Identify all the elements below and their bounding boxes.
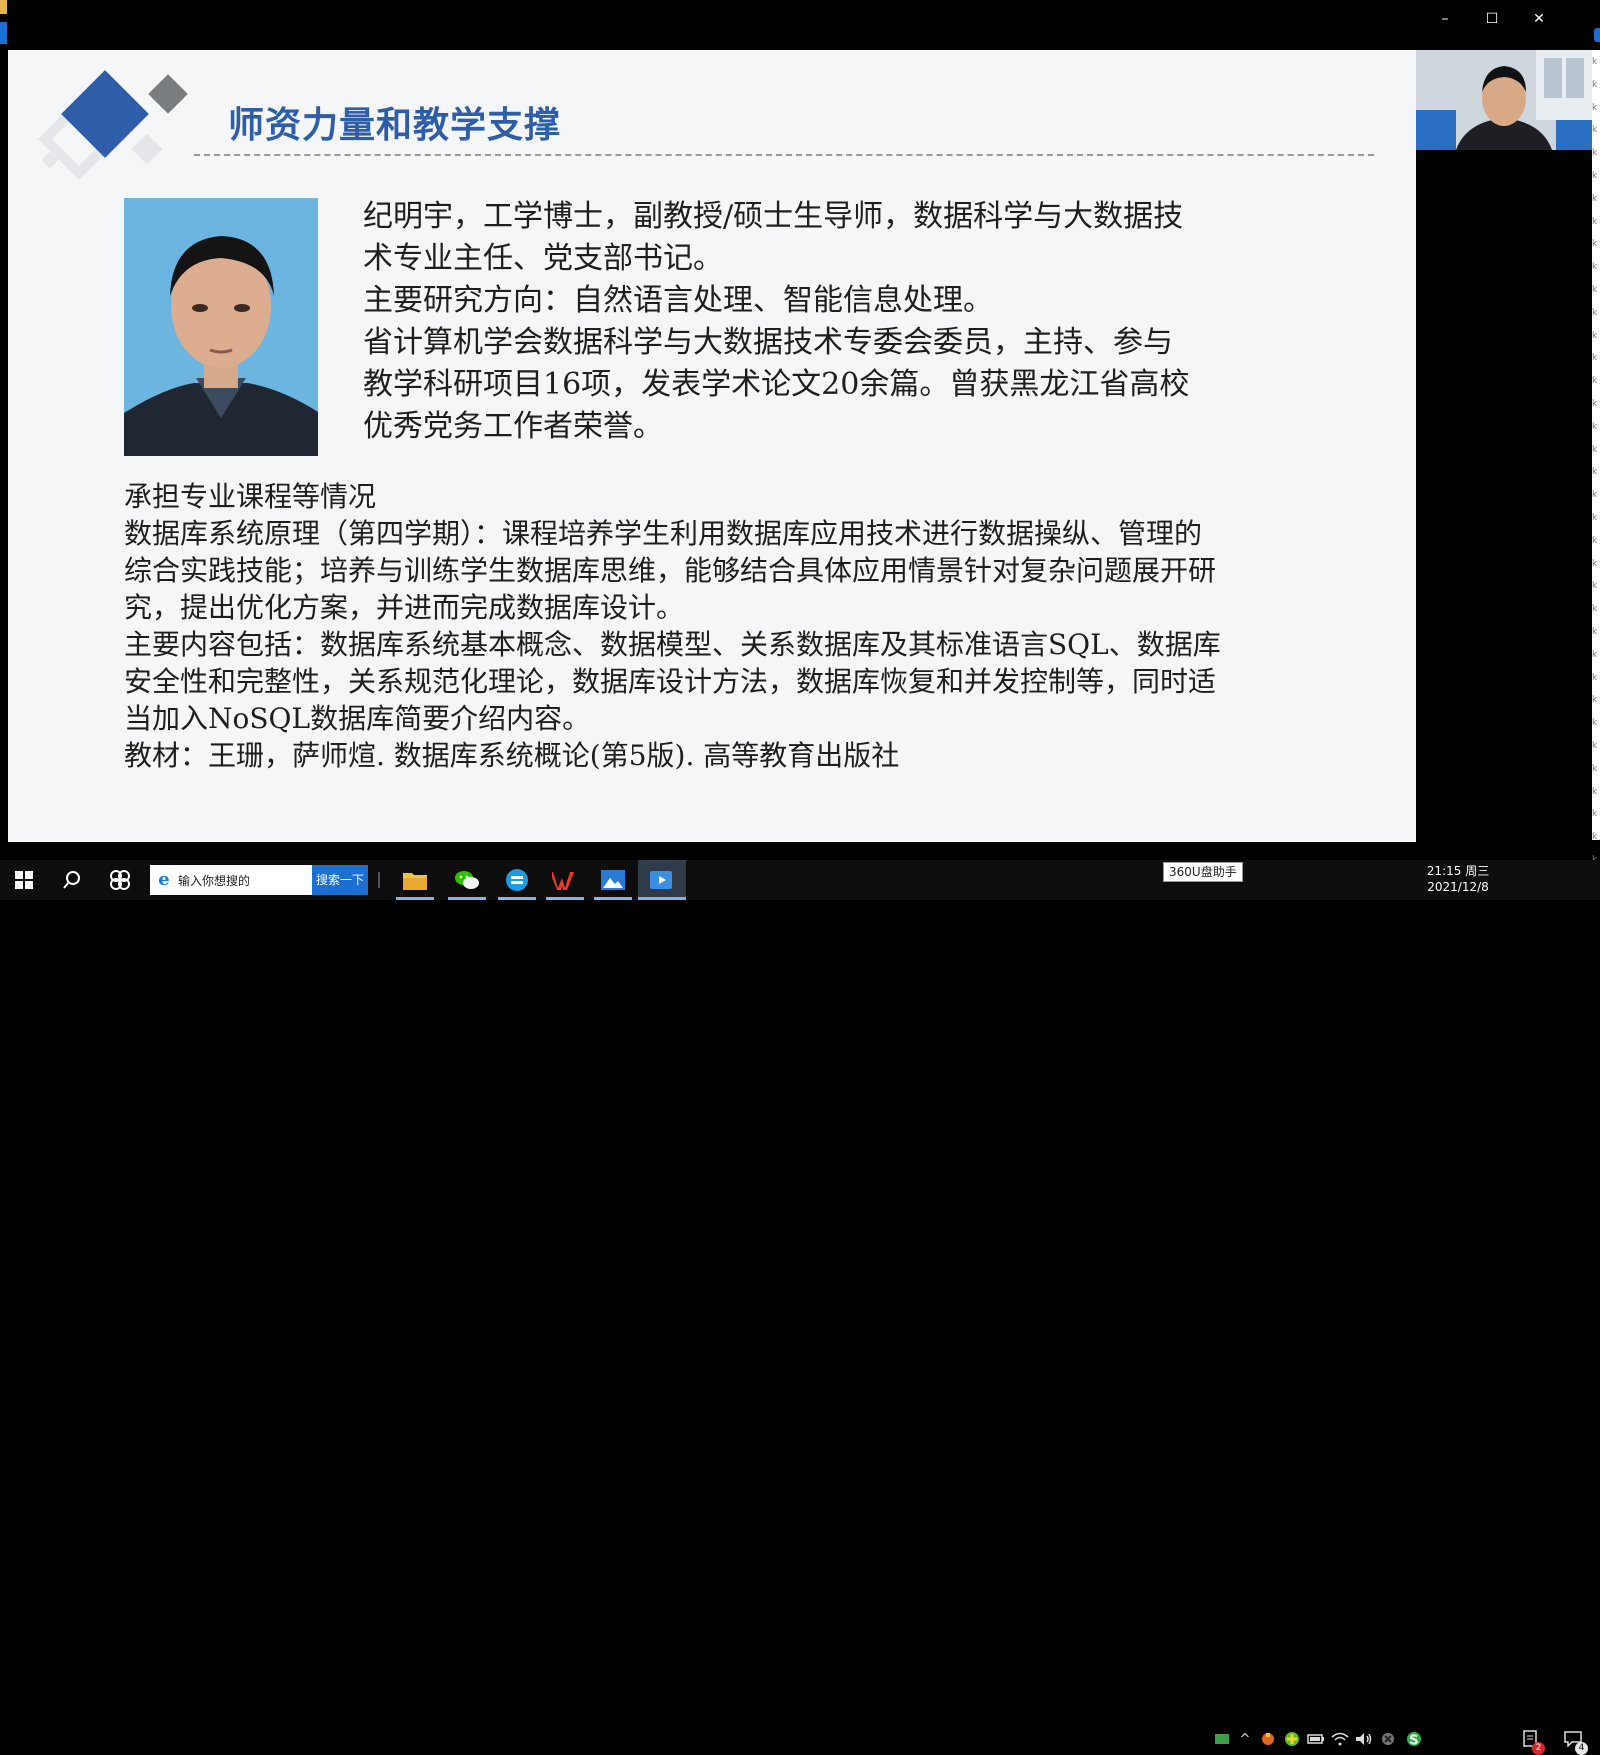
tray-tooltip: 360U盘助手 <box>1163 862 1243 882</box>
course-line: 当加入NoSQL数据库简要介绍内容。 <box>124 702 591 735</box>
wifi-icon[interactable] <box>1330 1729 1350 1749</box>
app-switcher-icon <box>110 870 130 890</box>
clock-time: 21:15 周三 <box>1426 864 1490 878</box>
wps-icon <box>552 872 574 890</box>
bio-line: 主要研究方向：自然语言处理、智能信息处理。 <box>363 283 993 318</box>
course-line: 数据库系统原理（第四学期）：课程培养学生利用数据库应用技术进行数据操纵、管理的 <box>124 517 1203 550</box>
taskbar-divider <box>378 872 380 888</box>
bio-line: 教学科研项目16项，发表学术论文20余篇。曾获黑龙江省高校 <box>363 367 1190 402</box>
bio-line: 优秀党务工作者荣誉。 <box>363 409 663 444</box>
wechat-button[interactable] <box>444 860 490 900</box>
folder-icon <box>403 873 427 890</box>
photos-icon <box>601 870 625 890</box>
wps-button[interactable] <box>542 860 588 900</box>
photos-button[interactable] <box>590 860 636 900</box>
decor-diamond <box>131 133 163 165</box>
show-hidden-icons-button[interactable]: ^ <box>1238 1729 1252 1749</box>
course-line: 综合实践技能；培养与训练学生数据库思维，能够结合具体应用情景针对复杂问题展开研 <box>124 554 1217 587</box>
clock-date: 2021/12/8 <box>1427 880 1489 894</box>
task-view-button[interactable] <box>96 860 144 900</box>
security-tray-icon[interactable] <box>1282 1729 1302 1749</box>
course-line: 主要内容包括：数据库系统基本概念、数据模型、关系数据库及其标准语言SQL、数据库 <box>124 628 1221 661</box>
browser-app-button[interactable] <box>494 860 540 900</box>
browser-search-box[interactable]: e 输入你想搜的 <box>150 865 312 895</box>
battery-icon[interactable] <box>1306 1729 1326 1749</box>
bio-line: 省计算机学会数据科学与大数据技术专委会委员，主持、参与 <box>363 325 1173 360</box>
tray-app-icon[interactable] <box>1258 1729 1278 1749</box>
wechat-icon <box>455 871 479 889</box>
portrait-photo <box>124 198 318 456</box>
disconnected-icon[interactable] <box>1378 1729 1398 1749</box>
notification-badge: 2 <box>1532 1742 1545 1755</box>
window-titlebar <box>0 0 1600 50</box>
system-clock[interactable]: 21:15 周三 2021/12/8 <box>1422 863 1494 895</box>
edge-accent-blue-right <box>1594 28 1600 42</box>
title-divider <box>194 154 1374 156</box>
start-button[interactable] <box>0 860 48 900</box>
taskbar: e 输入你想搜的 搜索一下 ^ 2 4 <box>0 860 1600 1755</box>
meeting-app-button[interactable] <box>638 860 686 900</box>
search-button[interactable] <box>48 860 96 900</box>
webcam-feed <box>1416 50 1592 150</box>
bio-line: 纪明宇，工学博士，副教授/硕士生导师，数据科学与大数据技 <box>363 199 1184 234</box>
search-icon <box>63 871 80 889</box>
edge-accent-blue <box>0 22 7 44</box>
course-text: 承担专业课程等情况 数据库系统原理（第四学期）：课程培养学生利用数据库应用技术进… <box>124 478 1349 774</box>
meeting-app-icon <box>650 871 672 889</box>
file-explorer-button[interactable] <box>392 860 438 900</box>
maximize-button[interactable]: ☐ <box>1472 6 1512 32</box>
action-center-badge: 4 <box>1575 1742 1588 1755</box>
search-placeholder: 输入你想搜的 <box>178 873 251 888</box>
side-panel-strip: kkkkkkkkkkkkkkkkkkkkkkkkkkkkkkkkkkkkk <box>1592 50 1600 888</box>
sogou-input-icon[interactable] <box>1404 1729 1424 1749</box>
usb-tray-icon[interactable] <box>1212 1729 1232 1749</box>
minimize-button[interactable]: – <box>1425 6 1465 32</box>
decor-diamond-gray <box>148 74 188 114</box>
close-button[interactable]: ✕ <box>1519 6 1559 32</box>
course-line: 承担专业课程等情况 <box>124 480 377 513</box>
bio-line: 术专业主任、党支部书记。 <box>363 241 723 276</box>
course-line: 安全性和完整性，关系规范化理论，数据库设计方法，数据库恢复和并发控制等，同时适 <box>124 665 1217 698</box>
search-submit-button[interactable]: 搜索一下 <box>312 865 368 895</box>
windows-icon <box>15 871 33 889</box>
browser-e-icon: e <box>158 869 170 890</box>
browser-app-icon <box>506 869 528 891</box>
edge-accent <box>0 0 7 14</box>
course-line: 教材：王珊，萨师煊. 数据库系统概论(第5版). 高等教育出版社 <box>124 739 900 772</box>
course-line: 究，提出优化方案，并进而完成数据库设计。 <box>124 591 685 624</box>
slide-title: 师资力量和教学支撑 <box>228 105 562 146</box>
volume-icon[interactable] <box>1354 1729 1374 1749</box>
bio-text: 纪明宇，工学博士，副教授/硕士生导师，数据科学与大数据技 术专业主任、党支部书记… <box>363 196 1323 448</box>
presentation-slide: 师资力量和教学支撑 纪明宇，工学博士，副教授/硕士生导师，数据科学与大数据技 术… <box>8 50 1416 842</box>
